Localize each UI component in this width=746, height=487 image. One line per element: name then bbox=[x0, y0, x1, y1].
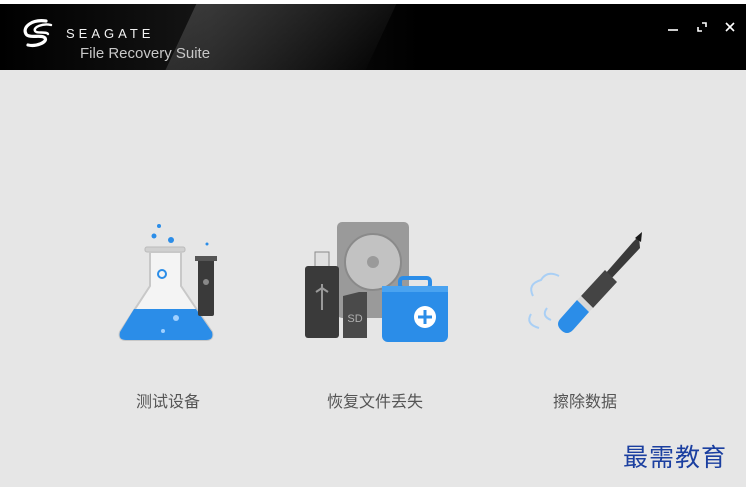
minimize-icon bbox=[668, 29, 678, 31]
recovery-devices-icon: SD bbox=[305, 222, 448, 342]
maximize-button[interactable] bbox=[691, 16, 713, 38]
close-icon bbox=[725, 22, 735, 32]
product-name: File Recovery Suite bbox=[80, 45, 211, 62]
eraser-pencil-icon bbox=[528, 232, 642, 333]
test-device-label: 测试设备 bbox=[135, 392, 200, 411]
app-window: SEAGATE File Recovery Suite 测试设备 SD 恢复文件… bbox=[0, 4, 746, 487]
maximize-icon bbox=[697, 22, 707, 32]
minimize-button[interactable] bbox=[662, 16, 684, 38]
title-bar[interactable]: SEAGATE File Recovery Suite bbox=[0, 4, 746, 70]
recover-files-option[interactable]: SD 恢复文件丢失 bbox=[275, 214, 475, 414]
seagate-logo-icon bbox=[23, 19, 53, 48]
brand-name: SEAGATE bbox=[66, 26, 155, 41]
recover-files-label: 恢复文件丢失 bbox=[326, 392, 423, 411]
test-device-option[interactable]: 测试设备 bbox=[68, 214, 268, 414]
erase-data-label: 擦除数据 bbox=[552, 392, 617, 411]
flask-icon bbox=[118, 224, 217, 341]
watermark-text: 最需教育 bbox=[623, 443, 728, 472]
close-button[interactable] bbox=[719, 16, 741, 38]
erase-data-option[interactable]: 擦除数据 bbox=[485, 214, 685, 414]
svg-text:SD: SD bbox=[347, 313, 362, 325]
